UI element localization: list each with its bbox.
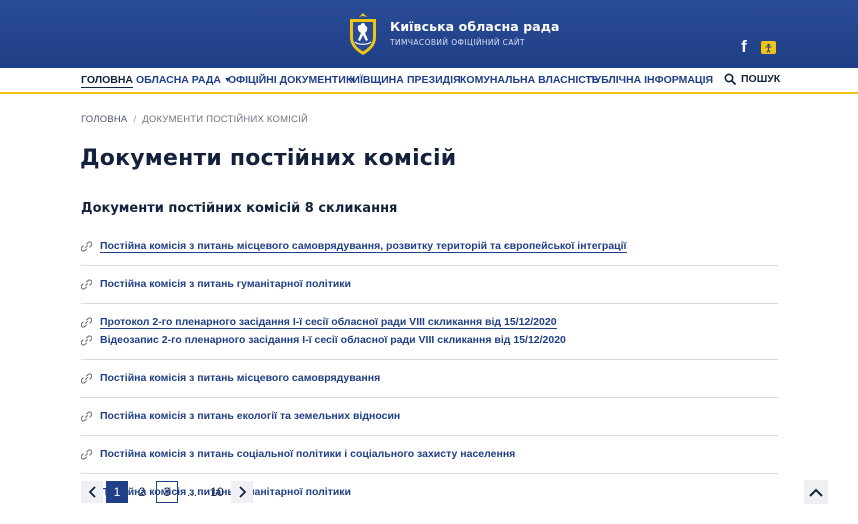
nav-item-public-information[interactable]: ПУБЛІЧНА ІНФОРМАЦІЯ bbox=[587, 74, 713, 86]
link-icon bbox=[81, 316, 92, 328]
document-group: Постійна комісія з питань місцевого само… bbox=[81, 228, 778, 266]
coat-of-arms-logo[interactable] bbox=[346, 12, 380, 56]
section-title: Документи постійних комісій 8 скликання bbox=[81, 201, 398, 216]
nav-item-label: ОФІЦІЙНІ ДОКУМЕНТИ bbox=[228, 74, 346, 86]
prev-page-button[interactable] bbox=[81, 481, 103, 503]
chevron-left-icon bbox=[88, 486, 96, 498]
site-title[interactable]: Київська обласна рада bbox=[390, 19, 560, 34]
document-group: Протокол 2-го пленарного засідання І-ї с… bbox=[81, 304, 778, 360]
link-icon bbox=[81, 410, 92, 422]
nav-item-label: ГОЛОВНА bbox=[81, 74, 134, 86]
document-group: Постійна комісія з питань гуманітарної п… bbox=[81, 266, 778, 304]
search-label: ПОШУК bbox=[741, 73, 781, 85]
document-link[interactable]: Постійна комісія з питань гуманітарної п… bbox=[100, 278, 351, 290]
link-icon bbox=[81, 334, 92, 346]
main-nav: ГОЛОВНА ОБЛАСНА РАДА ▼ ОФІЦІЙНІ ДОКУМЕНТИ… bbox=[0, 68, 858, 94]
document-list-item: Постійна комісія з питань місцевого само… bbox=[81, 237, 778, 255]
document-list-item: Відеозапис 2-го пленарного засідання І-ї… bbox=[81, 331, 778, 349]
nav-item-kyiv-region[interactable]: КИЇВЩИНА bbox=[346, 74, 404, 86]
breadcrumb: ГОЛОВНА / ДОКУМЕНТИ ПОСТІЙНИХ КОМІСІЙ bbox=[81, 114, 308, 125]
page-button-3[interactable]: 3 bbox=[156, 481, 178, 503]
link-icon bbox=[81, 372, 92, 384]
nav-item-label: ПУБЛІЧНА ІНФОРМАЦІЯ bbox=[587, 74, 714, 86]
scroll-to-top-button[interactable] bbox=[804, 480, 828, 504]
document-group: Постійна комісія з питань екології та зе… bbox=[81, 398, 778, 436]
nav-item-label: ПРЕЗИДІЯ bbox=[407, 74, 461, 86]
nav-item-label: ОБЛАСНА РАДА bbox=[136, 74, 221, 86]
nav-item-communal-property[interactable]: КОМУНАЛЬНА ВЛАСНІСТЬ bbox=[460, 74, 600, 86]
link-icon bbox=[81, 240, 92, 252]
breadcrumb-separator: / bbox=[133, 114, 137, 125]
document-link[interactable]: Постійна комісія з питань екології та зе… bbox=[100, 410, 400, 422]
pagination: 1 2 3 ... 10 bbox=[81, 481, 256, 503]
chevron-up-icon bbox=[809, 488, 823, 497]
document-list: Постійна комісія з питань місцевого само… bbox=[81, 228, 778, 511]
document-link[interactable]: Відеозапис 2-го пленарного засідання І-ї… bbox=[100, 334, 566, 346]
link-icon bbox=[81, 448, 92, 460]
nav-item-regional-council[interactable]: ОБЛАСНА РАДА ▼ bbox=[136, 74, 231, 86]
next-page-button[interactable] bbox=[231, 481, 253, 503]
document-group: Постійна комісія з питань місцевого само… bbox=[81, 360, 778, 398]
document-list-item: Постійна комісія з питань гуманітарної п… bbox=[81, 275, 778, 293]
document-link[interactable]: Постійна комісія з питань місцевого само… bbox=[100, 372, 380, 384]
page-button-1[interactable]: 1 bbox=[106, 481, 128, 503]
nav-item-label: КОМУНАЛЬНА ВЛАСНІСТЬ bbox=[460, 74, 600, 86]
accessibility-icon[interactable] bbox=[761, 41, 776, 54]
document-link[interactable]: Постійна комісія з питань місцевого само… bbox=[100, 240, 627, 253]
pagination-ellipsis: ... bbox=[186, 485, 197, 499]
chevron-right-icon bbox=[238, 486, 246, 498]
facebook-icon[interactable]: f bbox=[737, 38, 751, 56]
search-button[interactable]: ПОШУК bbox=[724, 73, 780, 85]
site-header: Київська обласна рада ТИМЧАСОВИЙ ОФІЦІЙН… bbox=[0, 0, 858, 68]
site-subtitle: ТИМЧАСОВИЙ ОФІЦІЙНИЙ САЙТ bbox=[390, 38, 525, 47]
nav-item-presidium[interactable]: ПРЕЗИДІЯ bbox=[407, 74, 461, 86]
document-group: Постійна комісія з питань соціальної пол… bbox=[81, 436, 778, 474]
page-button-10[interactable]: 10 bbox=[206, 481, 228, 503]
page-title: Документи постійних комісій bbox=[80, 146, 457, 171]
document-list-item: Постійна комісія з питань місцевого само… bbox=[81, 369, 778, 387]
document-list-item: Постійна комісія з питань екології та зе… bbox=[81, 407, 778, 425]
document-link[interactable]: Постійна комісія з питань соціальної пол… bbox=[100, 448, 515, 460]
document-link[interactable]: Протокол 2-го пленарного засідання І-ї с… bbox=[100, 316, 557, 329]
nav-item-official-documents[interactable]: ОФІЦІЙНІ ДОКУМЕНТИ ▼ bbox=[228, 74, 356, 86]
document-list-item: Протокол 2-го пленарного засідання І-ї с… bbox=[81, 313, 778, 331]
breadcrumb-current: ДОКУМЕНТИ ПОСТІЙНИХ КОМІСІЙ bbox=[142, 114, 308, 125]
link-icon bbox=[81, 278, 92, 290]
nav-item-home[interactable]: ГОЛОВНА bbox=[81, 74, 134, 88]
search-icon bbox=[724, 73, 736, 85]
page-button-2[interactable]: 2 bbox=[131, 481, 153, 503]
document-list-item: Постійна комісія з питань соціальної пол… bbox=[81, 445, 778, 463]
nav-item-label: КИЇВЩИНА bbox=[346, 74, 404, 86]
breadcrumb-home-link[interactable]: ГОЛОВНА bbox=[81, 114, 127, 125]
